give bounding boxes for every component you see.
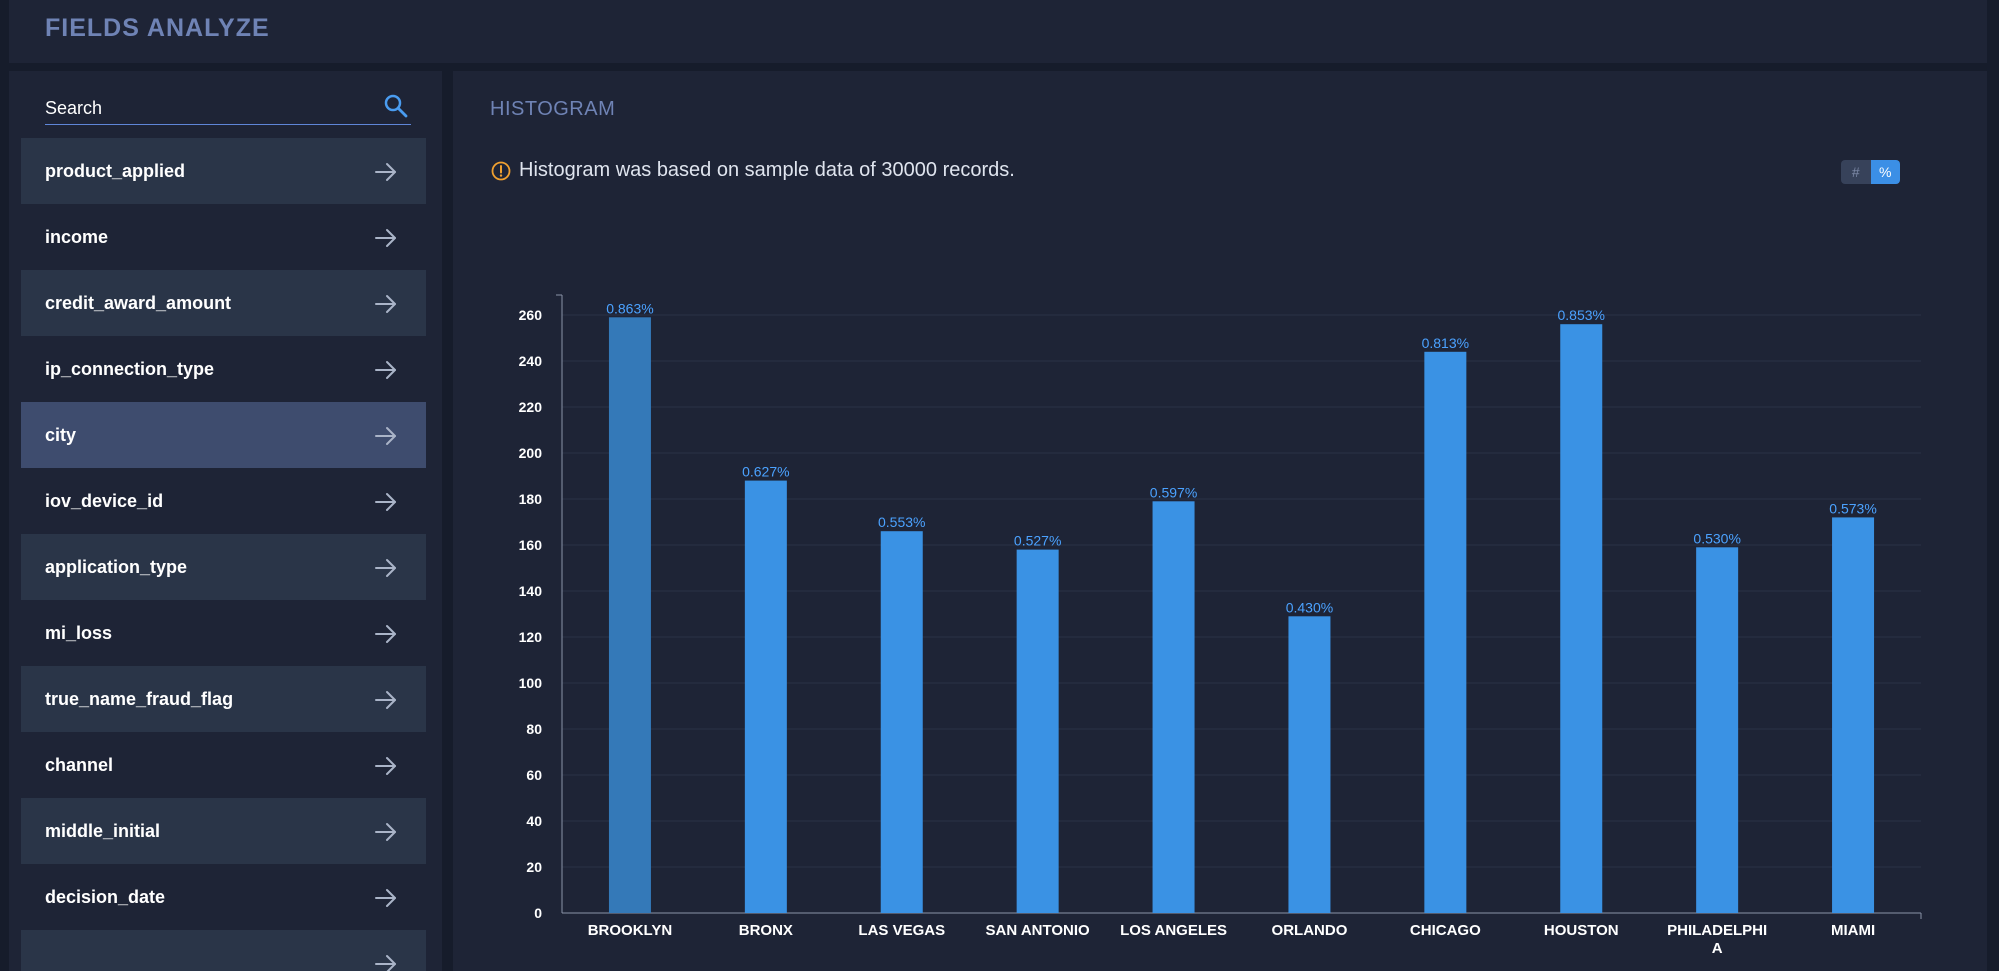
y-tick-label: 0: [534, 905, 542, 921]
x-tick-label: BRONX: [739, 922, 793, 939]
arrow-right-icon[interactable]: [374, 227, 398, 249]
arrow-right-icon[interactable]: [374, 755, 398, 777]
bar-value-label: 0.853%: [1558, 307, 1605, 323]
histogram-panel: HISTOGRAM Histogram was based on sample …: [453, 71, 1987, 971]
field-item-label: mi_loss: [45, 622, 113, 643]
y-tick-label: 120: [519, 629, 543, 645]
bar-value-label: 0.573%: [1829, 500, 1876, 516]
arrow-right-icon[interactable]: [374, 491, 398, 513]
bar-value-label: 0.553%: [878, 514, 925, 530]
y-tick-label: 220: [519, 399, 543, 415]
y-tick-label: 140: [519, 583, 543, 599]
histogram-bar: [1288, 616, 1331, 913]
histogram-bar: [744, 480, 787, 913]
x-tick-label: MIAMI: [1831, 922, 1875, 939]
arrow-right-icon[interactable]: [374, 359, 398, 381]
field-item[interactable]: middle_initial: [21, 798, 426, 864]
arrow-right-icon[interactable]: [374, 821, 398, 843]
histogram-bar: [1560, 324, 1603, 913]
histogram-bar: [1152, 501, 1195, 913]
y-tick-label: 60: [526, 767, 542, 783]
bar-value-label: 0.527%: [1014, 533, 1061, 549]
search-input[interactable]: [45, 93, 365, 123]
arrow-right-icon[interactable]: [374, 689, 398, 711]
y-tick-label: 160: [519, 537, 543, 553]
field-item[interactable]: decision_date: [21, 864, 426, 930]
field-item[interactable]: application_type: [21, 534, 426, 600]
histogram-chart: 0 20 40 60 80 100 120 140 160 180 200 220 240 260 0.86…: [519, 294, 1922, 957]
search-icon[interactable]: [383, 93, 409, 119]
y-tick-label: 260: [519, 307, 543, 323]
x-tick-label: PHILADELPHI: [1667, 922, 1767, 939]
histogram-bar: [880, 531, 923, 913]
y-tick-label: 100: [519, 675, 543, 691]
y-tick-label: 240: [519, 353, 543, 369]
arrow-right-icon[interactable]: [374, 623, 398, 645]
page-title: FIELDS ANALYZE: [45, 14, 270, 42]
field-item[interactable]: channel: [21, 732, 426, 798]
y-tick-label: 20: [526, 859, 542, 875]
y-tick-label: 80: [526, 721, 542, 737]
x-tick-label: ORLANDO: [1272, 922, 1348, 939]
histogram-bar: [1696, 547, 1739, 913]
histogram-bar: [608, 317, 651, 913]
field-item-label: true_name_fraud_flag: [45, 688, 234, 709]
x-tick-label: BROOKLYN: [588, 922, 672, 939]
field-item-label: channel: [45, 754, 114, 775]
x-tick-label: HOUSTON: [1544, 922, 1619, 939]
arrow-right-icon[interactable]: [374, 953, 398, 971]
bar-value-label: 0.430%: [1286, 599, 1333, 615]
x-tick-label: LAS VEGAS: [858, 922, 945, 939]
x-tick-label: CHICAGO: [1410, 922, 1481, 939]
y-tick-label: 180: [519, 491, 543, 507]
field-item-label: middle_initial: [45, 820, 161, 841]
arrow-right-icon[interactable]: [374, 557, 398, 579]
field-item[interactable]: ip_connection_type: [21, 336, 426, 402]
field-item[interactable]: city: [21, 402, 426, 468]
field-item-label: income: [45, 226, 109, 247]
app-header: FIELDS ANALYZE: [9, 0, 1987, 63]
search-box: [45, 93, 411, 125]
field-item-label: iov_device_id: [45, 490, 164, 511]
y-tick-label: 40: [526, 813, 542, 829]
x-tick-label: A: [1712, 940, 1723, 957]
bar-value-label: 0.813%: [1422, 335, 1469, 351]
field-item-label: decision_date: [45, 886, 166, 907]
field-item[interactable]: credit_award_amount: [21, 270, 426, 336]
histogram-bar: [1832, 517, 1875, 913]
field-item-label: application_type: [45, 556, 188, 577]
arrow-right-icon[interactable]: [374, 161, 398, 183]
histogram-bar: [1016, 549, 1059, 913]
x-tick-label: LOS ANGELES: [1120, 922, 1227, 939]
bar-value-label: 0.597%: [1150, 484, 1197, 500]
y-tick-label: 200: [519, 445, 543, 461]
bar-value-label: 0.530%: [1693, 530, 1740, 546]
field-item[interactable]: income: [21, 204, 426, 270]
bar-value-label: 0.863%: [606, 300, 653, 316]
field-item[interactable]: [21, 930, 426, 971]
bar-value-label: 0.627%: [742, 464, 789, 480]
field-item-label: product_applied: [45, 160, 186, 181]
field-item-label: city: [45, 424, 77, 445]
field-list: product_appliedincome credit_award_amount…: [21, 138, 426, 971]
arrow-right-icon[interactable]: [374, 887, 398, 909]
histogram-bar: [1424, 351, 1467, 913]
field-item[interactable]: true_name_fraud_flag: [21, 666, 426, 732]
x-tick-label: SAN ANTONIO: [986, 922, 1091, 939]
field-item[interactable]: iov_device_id: [21, 468, 426, 534]
arrow-right-icon[interactable]: [374, 293, 398, 315]
field-item-label: credit_award_amount: [45, 292, 232, 313]
fields-sidebar: product_appliedincome credit_award_amount…: [9, 71, 442, 971]
arrow-right-icon[interactable]: [374, 425, 398, 447]
field-item[interactable]: mi_loss: [21, 600, 426, 666]
field-item[interactable]: product_applied: [21, 138, 426, 204]
field-item-label: ip_connection_type: [45, 358, 215, 379]
